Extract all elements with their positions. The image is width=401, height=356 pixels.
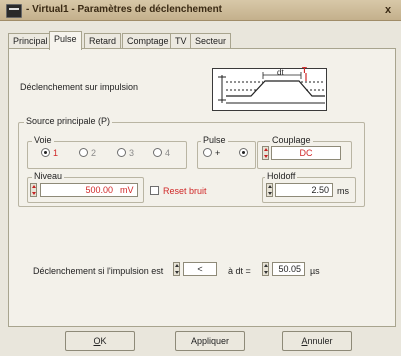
holdoff-field[interactable]: 2.50 — [275, 183, 333, 197]
voie-2-radio[interactable] — [79, 148, 88, 157]
app-icon — [6, 4, 22, 18]
pulse-positive-label: + — [215, 148, 221, 158]
couplage-title: Couplage — [270, 135, 313, 145]
voie-3-label: 3 — [129, 148, 135, 158]
tab-principal[interactable]: Principal — [8, 33, 53, 49]
holdoff-spinner[interactable] — [266, 183, 273, 197]
reset-bruit-label: Reset bruit — [163, 186, 207, 196]
trigger-marker-label: T — [302, 66, 307, 75]
ok-button-label: K — [100, 336, 107, 346]
niveau-title: Niveau — [32, 171, 65, 181]
dt-equals-label: à dt = — [228, 266, 251, 276]
tab-secteur[interactable]: Secteur — [190, 33, 232, 49]
niveau-unit: mV — [120, 185, 134, 195]
tab-pulse[interactable]: Pulse — [49, 31, 82, 50]
tab-comptage[interactable]: Comptage — [122, 33, 174, 49]
cancel-button[interactable]: Annuler — [282, 331, 352, 351]
dt-marker-label: dt — [277, 68, 284, 77]
voie-4-label: 4 — [165, 148, 171, 158]
holdoff-title: Holdoff — [265, 171, 298, 181]
apply-button-label: Appliquer — [190, 336, 230, 346]
pulse-positive-radio[interactable] — [203, 148, 212, 157]
dt-value-unit: µs — [310, 266, 320, 276]
title-bar: - Virtual1 - Paramètres de déclenchement… — [0, 0, 401, 21]
dt-value-field[interactable]: 50.05 — [272, 262, 305, 276]
close-button[interactable]: x — [381, 3, 395, 17]
ok-button-mnemonic: O — [93, 336, 101, 346]
trigger-mode-label: Déclenchement sur impulsion — [20, 82, 139, 92]
niveau-spinner[interactable] — [30, 183, 37, 197]
tab-retard[interactable]: Retard — [84, 33, 122, 49]
condition-label: Déclenchement si l'impulsion est — [33, 266, 164, 276]
window-title: - Virtual1 - Paramètres de déclenchement — [26, 4, 223, 15]
couplage-field[interactable]: DC — [271, 146, 341, 160]
holdoff-unit: ms — [337, 186, 349, 196]
operator-spinner[interactable] — [173, 262, 180, 276]
reset-bruit-checkbox[interactable] — [150, 186, 159, 195]
pulse-diagram: dt T — [212, 66, 327, 111]
apply-button[interactable]: Appliquer — [175, 331, 245, 351]
voie-group-title: Voie — [32, 135, 54, 145]
voie-3-radio[interactable] — [117, 148, 126, 157]
cancel-button-label: nnuler — [307, 336, 333, 346]
pulse-negative-radio[interactable] — [239, 148, 248, 157]
voie-1-radio[interactable] — [41, 148, 50, 157]
couplage-spinner[interactable] — [262, 146, 269, 160]
operator-field[interactable]: < — [183, 262, 217, 276]
source-group-title: Source principale (P) — [24, 116, 113, 126]
tab-tv[interactable]: TV — [170, 33, 192, 49]
dt-value-spinner[interactable] — [262, 262, 269, 276]
pulse-polarity-title: Pulse — [201, 135, 228, 145]
ok-button[interactable]: OK — [65, 331, 135, 351]
voie-4-radio[interactable] — [153, 148, 162, 157]
voie-2-label: 2 — [91, 148, 97, 158]
voie-group — [27, 141, 187, 169]
voie-1-label: 1 — [53, 148, 59, 158]
